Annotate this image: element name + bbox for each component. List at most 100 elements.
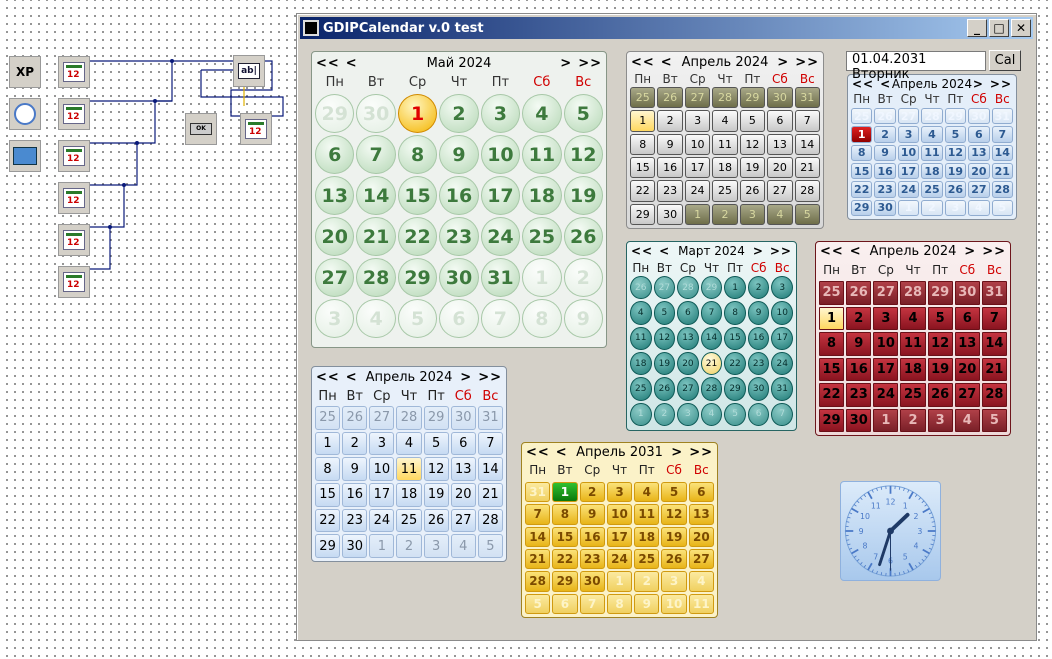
day-cell[interactable]: 5	[524, 593, 551, 615]
next-month-button[interactable]: >	[560, 56, 572, 71]
day-cell[interactable]: 9	[873, 144, 896, 162]
day-cell[interactable]: 16	[747, 326, 771, 351]
date-field[interactable]: 01.04.2031 Вторник	[846, 51, 986, 82]
day-cell[interactable]: 5	[477, 533, 504, 559]
title-bar[interactable]: GDIPCalendar v.0 test _ □ ✕	[300, 17, 1033, 39]
day-cell[interactable]: 3	[314, 298, 355, 339]
day-cell[interactable]: 25	[711, 179, 738, 202]
day-cell[interactable]: 17	[684, 156, 711, 179]
prev-year-button[interactable]: <<	[820, 244, 844, 259]
day-cell[interactable]: 30	[747, 376, 771, 401]
calendar-component-5[interactable]	[58, 224, 90, 256]
day-cell[interactable]: 12	[739, 133, 766, 156]
day-cell[interactable]: 3	[676, 402, 700, 427]
day-cell[interactable]: 10	[480, 134, 521, 175]
day-cell[interactable]: 4	[629, 300, 653, 325]
day-cell[interactable]: 1	[897, 199, 920, 217]
day-cell[interactable]: 19	[927, 357, 954, 383]
day-cell[interactable]: 1	[551, 481, 578, 503]
day-cell[interactable]: 30	[954, 280, 981, 306]
day-cell[interactable]: 8	[723, 300, 747, 325]
day-cell[interactable]: 22	[629, 179, 656, 202]
maximize-button[interactable]: □	[989, 19, 1009, 37]
day-cell[interactable]: 15	[397, 175, 438, 216]
day-cell[interactable]: 6	[314, 134, 355, 175]
button-component[interactable]: OK	[185, 113, 217, 145]
prev-year-button[interactable]: <<	[631, 55, 655, 70]
day-cell[interactable]: 14	[524, 526, 551, 548]
day-cell[interactable]: 4	[899, 306, 926, 332]
day-cell[interactable]: 29	[629, 203, 656, 226]
day-cell[interactable]: 10	[368, 456, 395, 482]
day-cell[interactable]: 26	[423, 508, 450, 534]
day-cell[interactable]: 3	[944, 199, 967, 217]
day-cell[interactable]: 31	[524, 481, 551, 503]
day-cell[interactable]: 23	[438, 216, 479, 257]
cal-button[interactable]: Cal	[989, 50, 1021, 71]
prev-month-button[interactable]: <	[850, 244, 862, 259]
day-cell[interactable]: 15	[314, 482, 341, 508]
next-month-button[interactable]: >	[753, 244, 764, 258]
day-cell[interactable]: 30	[967, 107, 990, 125]
day-cell[interactable]: 28	[794, 179, 821, 202]
day-cell[interactable]: 4	[967, 199, 990, 217]
day-cell[interactable]: 21	[991, 162, 1014, 180]
day-cell[interactable]: 6	[688, 481, 715, 503]
day-cell[interactable]: 13	[676, 326, 700, 351]
minimize-button[interactable]: _	[967, 19, 987, 37]
day-cell[interactable]: 12	[944, 144, 967, 162]
day-cell[interactable]: 26	[944, 180, 967, 198]
day-cell[interactable]: 4	[688, 570, 715, 592]
day-cell[interactable]: 8	[314, 456, 341, 482]
month-title[interactable]: Апрель 2024	[870, 244, 957, 259]
day-cell[interactable]: 17	[606, 526, 633, 548]
day-cell[interactable]: 6	[967, 125, 990, 143]
day-cell[interactable]: 26	[563, 216, 604, 257]
day-cell[interactable]: 1	[850, 125, 873, 143]
next-month-button[interactable]: >	[777, 55, 789, 70]
day-cell[interactable]: 5	[660, 481, 687, 503]
day-cell[interactable]: 3	[872, 306, 899, 332]
day-cell[interactable]: 29	[850, 199, 873, 217]
day-cell[interactable]: 29	[723, 376, 747, 401]
day-cell[interactable]: 4	[633, 481, 660, 503]
day-cell[interactable]: 25	[314, 405, 341, 431]
day-cell[interactable]: 2	[438, 93, 479, 134]
day-cell[interactable]: 29	[944, 107, 967, 125]
day-cell[interactable]: 2	[711, 203, 738, 226]
day-cell[interactable]: 25	[521, 216, 562, 257]
day-cell[interactable]: 1	[723, 275, 747, 300]
day-cell[interactable]: 11	[899, 331, 926, 357]
day-cell[interactable]: 19	[739, 156, 766, 179]
day-cell[interactable]: 27	[967, 180, 990, 198]
day-cell[interactable]: 8	[606, 593, 633, 615]
day-cell[interactable]: 11	[395, 456, 422, 482]
day-cell[interactable]: 7	[524, 503, 551, 525]
day-cell[interactable]: 7	[770, 402, 794, 427]
day-cell[interactable]: 11	[629, 326, 653, 351]
day-cell[interactable]: 27	[688, 548, 715, 570]
day-cell[interactable]: 22	[397, 216, 438, 257]
day-cell[interactable]: 6	[766, 109, 793, 132]
day-cell[interactable]: 11	[521, 134, 562, 175]
day-cell[interactable]: 14	[794, 133, 821, 156]
prev-year-button[interactable]: <<	[526, 445, 550, 460]
clock-component[interactable]	[9, 98, 41, 130]
day-cell[interactable]: 22	[818, 382, 845, 408]
day-cell[interactable]: 26	[629, 275, 653, 300]
day-cell[interactable]: 3	[480, 93, 521, 134]
day-cell[interactable]: 28	[700, 376, 724, 401]
day-cell[interactable]: 30	[450, 405, 477, 431]
day-cell[interactable]: 18	[633, 526, 660, 548]
day-cell[interactable]: 8	[629, 133, 656, 156]
day-cell[interactable]: 3	[897, 125, 920, 143]
edit-component[interactable]: ab|	[233, 55, 265, 87]
day-cell[interactable]: 12	[927, 331, 954, 357]
day-cell[interactable]: 7	[480, 298, 521, 339]
month-title[interactable]: Апрель 2024	[682, 55, 769, 70]
day-cell[interactable]: 9	[845, 331, 872, 357]
day-cell[interactable]: 7	[355, 134, 396, 175]
day-cell[interactable]: 31	[477, 405, 504, 431]
day-cell[interactable]: 25	[899, 382, 926, 408]
xp-component[interactable]: XP	[9, 56, 41, 88]
